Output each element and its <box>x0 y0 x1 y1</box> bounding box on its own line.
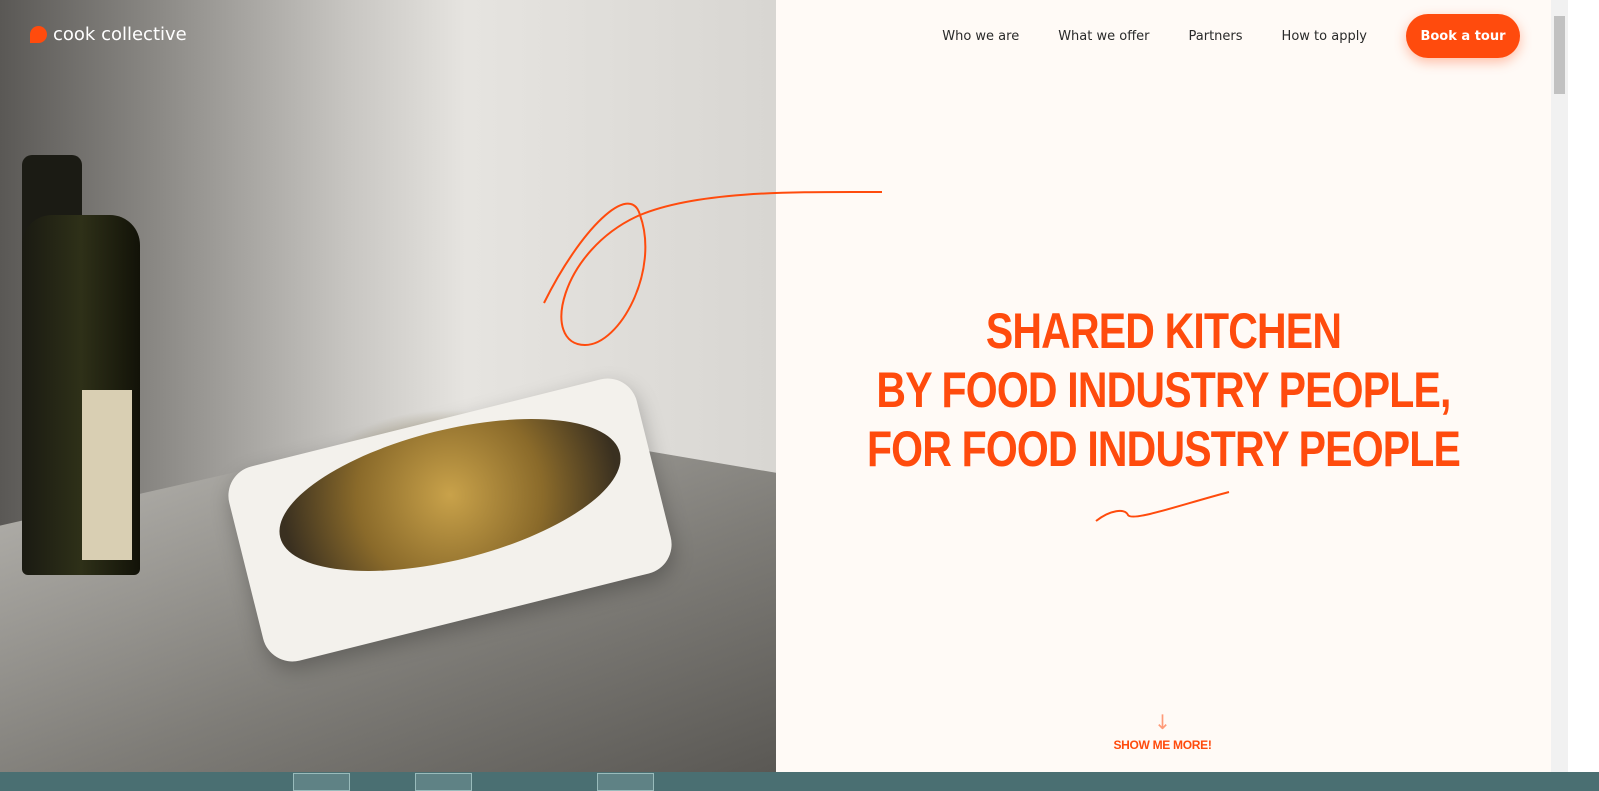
logo-icon <box>30 26 47 43</box>
book-tour-button[interactable]: Book a tour <box>1406 14 1520 58</box>
taskbar-item[interactable] <box>415 773 472 791</box>
main-nav: Who we are What we offer Partners How to… <box>942 14 1520 58</box>
taskbar-item[interactable] <box>597 773 654 791</box>
arrow-down-icon: ↓ <box>1154 710 1171 734</box>
scrollbar[interactable] <box>1551 0 1568 772</box>
hero-title: SHARED KITCHEN BY FOOD INDUSTRY PEOPLE, … <box>866 303 1461 477</box>
nav-partners[interactable]: Partners <box>1189 29 1243 44</box>
window-edge <box>1568 0 1599 772</box>
show-more-button[interactable]: ↓ SHOW ME MORE! <box>1100 712 1225 752</box>
page: cook collective Who we are What we offer… <box>0 0 1551 772</box>
nav-what-we-offer[interactable]: What we offer <box>1058 29 1149 44</box>
logo[interactable]: cook collective <box>30 24 187 45</box>
nav-how-to-apply[interactable]: How to apply <box>1282 29 1367 44</box>
taskbar-item[interactable] <box>293 773 350 791</box>
scrollbar-thumb[interactable] <box>1554 16 1565 94</box>
nav-who-we-are[interactable]: Who we are <box>942 29 1019 44</box>
taskbar <box>0 772 1599 791</box>
